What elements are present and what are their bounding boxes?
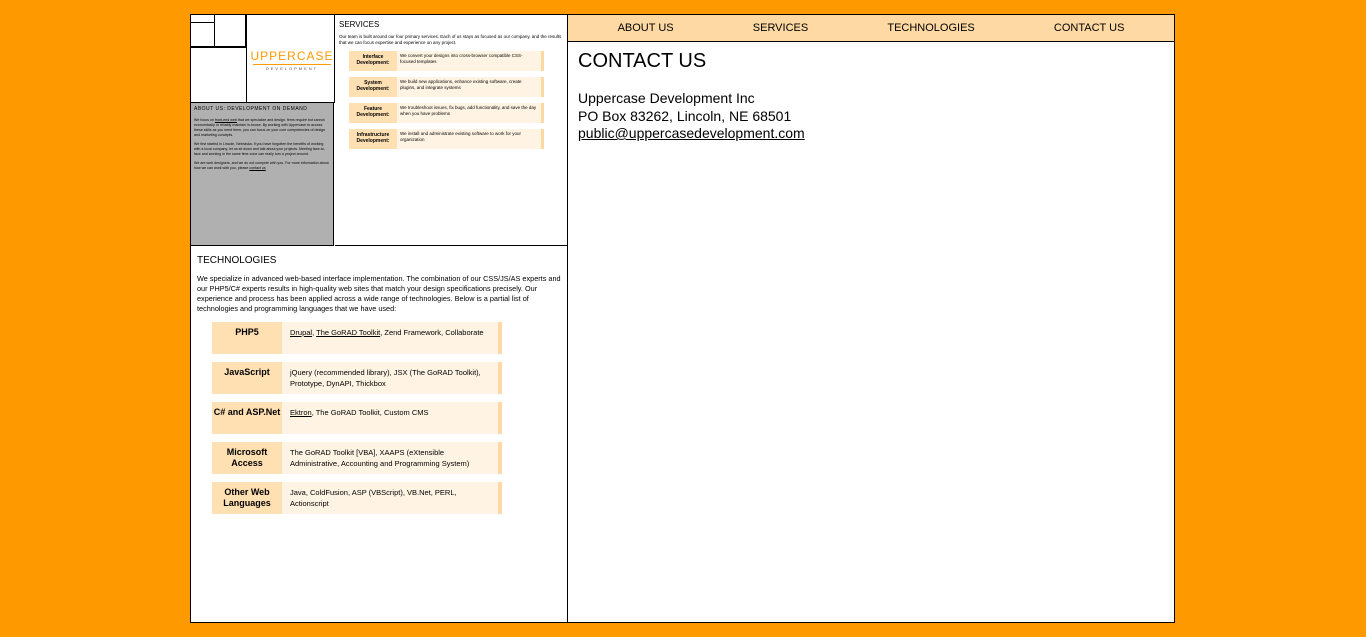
about-heading: ABOUT US: DEVELOPMENT ON DEMAND: [194, 106, 308, 112]
about-paragraph: We are web designers, and we do not comp…: [194, 161, 330, 171]
ektron-link[interactable]: Ektron: [290, 408, 312, 417]
main-content: CONTACT US Uppercase Development Inc PO …: [568, 42, 1174, 151]
service-row: Infrastructure Development: We install a…: [349, 129, 544, 149]
services-section: SERVICES Our team is built around our fo…: [335, 15, 567, 246]
drupal-link[interactable]: Drupal: [290, 328, 312, 337]
tech-value: jQuery (recommended library), JSX (The G…: [290, 368, 481, 388]
logo-sub-text: DEVELOPMENT: [265, 66, 319, 71]
service-row: Interface Development: We convert your d…: [349, 51, 544, 71]
tech-row-access: Microsoft Access The GoRAD Toolkit [VBA]…: [212, 442, 502, 474]
service-key: Infrastructure Development:: [349, 129, 397, 149]
tech-row-csharp: C# and ASP.Net Ektron, The GoRAD Toolkit…: [212, 402, 502, 434]
tech-text: , Zend Framework, Collaborate: [380, 328, 484, 337]
left-column: UPPERCASE DEVELOPMENT ABOUT US: DEVELOPM…: [191, 15, 568, 622]
about-contact-link[interactable]: contact us: [249, 166, 265, 170]
services-heading: SERVICES: [339, 20, 380, 29]
service-value: We install and administrate existing sof…: [400, 131, 521, 142]
tech-value: Java, ColdFusion, ASP (VBScript), VB.Net…: [290, 488, 457, 508]
tech-key: PHP5: [212, 322, 282, 354]
logo[interactable]: UPPERCASE DEVELOPMENT: [249, 49, 335, 71]
services-intro: Our team is built around our four primar…: [339, 34, 562, 45]
right-column: ABOUT US SERVICES TECHNOLOGIES CONTACT U…: [568, 15, 1174, 622]
tech-key: JavaScript: [212, 362, 282, 394]
about-paragraph: We first started in Lincoln, Nebraska. I…: [194, 142, 325, 156]
service-key: Feature Development:: [349, 103, 397, 123]
about-link-frontend[interactable]: front-end web: [215, 118, 237, 122]
address: PO Box 83262, Lincoln, NE 68501: [578, 108, 792, 124]
service-key: System Development:: [349, 77, 397, 97]
service-row: System Development: We build new applica…: [349, 77, 544, 97]
technologies-section: TECHNOLOGIES We specialize in advanced w…: [191, 247, 567, 622]
decor-square: [191, 15, 215, 23]
tech-row-javascript: JavaScript jQuery (recommended library),…: [212, 362, 502, 394]
page-frame: UPPERCASE DEVELOPMENT ABOUT US: DEVELOPM…: [190, 14, 1175, 623]
tech-key: Other Web Languages: [212, 482, 282, 514]
service-value: We convert your designs into cross-brows…: [400, 53, 523, 64]
logo-divider: [253, 64, 331, 65]
nav-about[interactable]: ABOUT US: [618, 22, 674, 34]
about-text: We focus on: [194, 118, 214, 122]
tech-value: Ektron, The GoRAD Toolkit, Custom CMS: [282, 402, 498, 434]
technologies-intro: We specialize in advanced web-based inte…: [197, 274, 561, 313]
about-text: that we specialize and design. firms req…: [194, 118, 326, 137]
nav-services[interactable]: SERVICES: [753, 22, 808, 34]
service-row: Feature Development: We troubleshoot iss…: [349, 103, 544, 123]
email-link[interactable]: public@uppercasedevelopment.com: [578, 125, 805, 141]
technologies-heading: TECHNOLOGIES: [197, 255, 277, 266]
service-value: We build new applications, enhance exist…: [400, 79, 522, 90]
gorad-link[interactable]: The GoRAD Toolkit: [316, 328, 380, 337]
tech-row-other: Other Web Languages Java, ColdFusion, AS…: [212, 482, 502, 514]
nav-contact[interactable]: CONTACT US: [1054, 22, 1125, 34]
about-paragraph: We focus on front-end web that we specia…: [194, 118, 330, 138]
page-title: CONTACT US: [578, 50, 707, 72]
tech-text: , The GoRAD Toolkit, Custom CMS: [311, 408, 429, 417]
service-key: Interface Development:: [349, 51, 397, 71]
tech-key: C# and ASP.Net: [212, 402, 282, 434]
decor-line: [191, 47, 246, 48]
decor-line: [246, 15, 247, 102]
service-value: We troubleshoot issues, fix bugs, add fu…: [400, 105, 537, 116]
company-name: Uppercase Development Inc: [578, 90, 755, 106]
tech-value: The GoRAD Toolkit [VBA], XAAPS (eXtensib…: [290, 448, 470, 468]
about-section: ABOUT US: DEVELOPMENT ON DEMAND We focus…: [191, 103, 334, 246]
top-nav: ABOUT US SERVICES TECHNOLOGIES CONTACT U…: [568, 15, 1174, 42]
tech-key: Microsoft Access: [212, 442, 282, 474]
tech-value: Drupal, The GoRAD Toolkit, Zend Framewor…: [282, 322, 498, 354]
decor-square: [191, 23, 215, 47]
logo-area: UPPERCASE DEVELOPMENT: [191, 15, 335, 103]
decor-square: [215, 15, 246, 47]
nav-technologies[interactable]: TECHNOLOGIES: [887, 22, 974, 34]
tech-row-php5: PHP5 Drupal, The GoRAD Toolkit, Zend Fra…: [212, 322, 502, 354]
logo-main-text: UPPERCASE: [250, 49, 334, 63]
